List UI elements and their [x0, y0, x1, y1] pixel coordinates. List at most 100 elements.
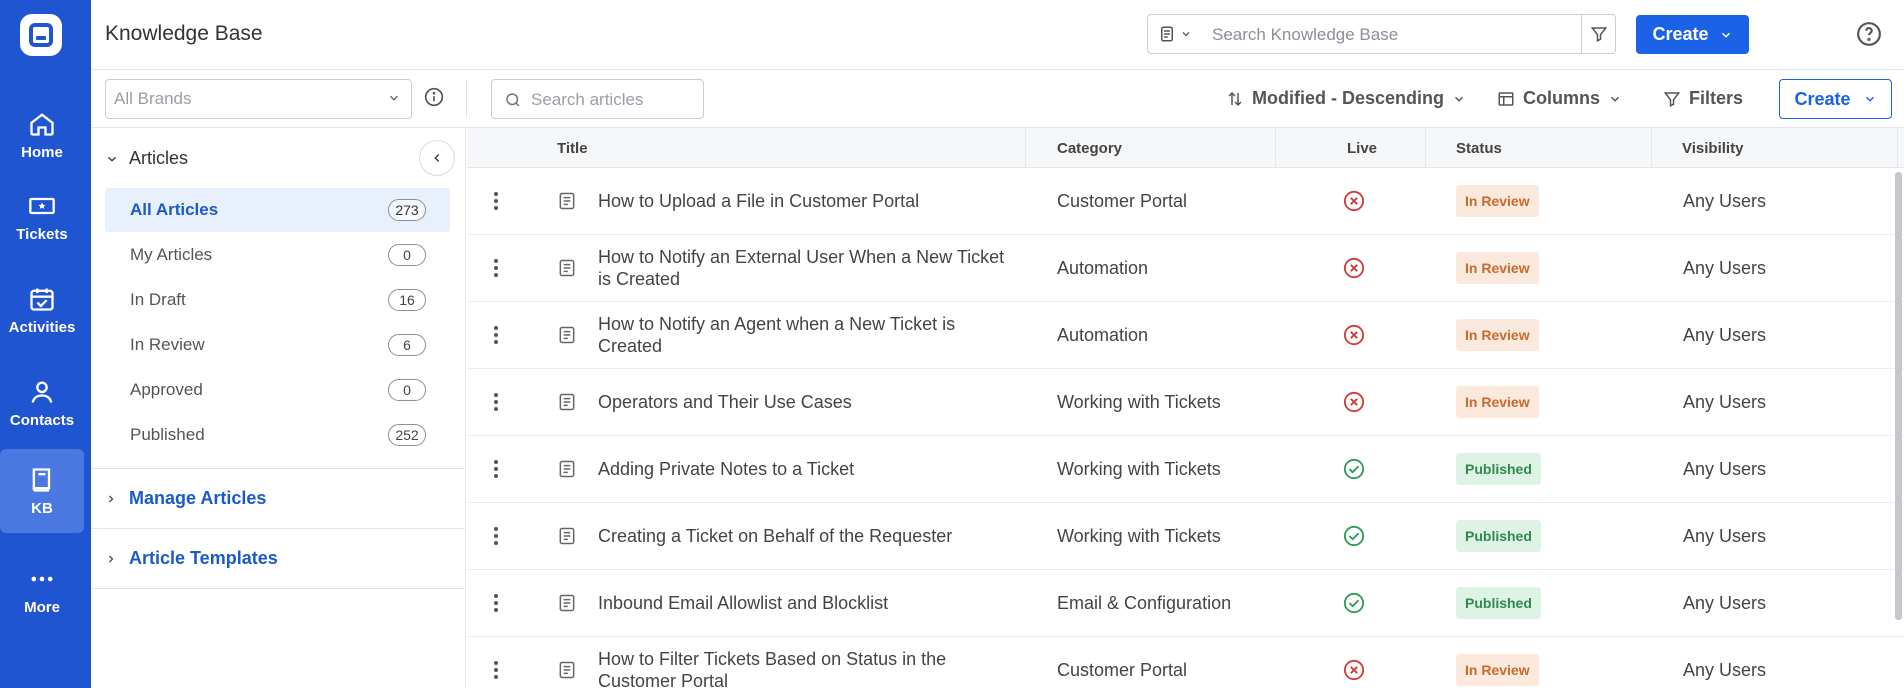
article-templates-toggle[interactable]: Article Templates — [105, 548, 278, 569]
columns-icon — [1498, 91, 1514, 106]
filters-button[interactable]: Filters — [1663, 88, 1743, 109]
column-header-status[interactable]: Status — [1456, 128, 1502, 168]
article-title-link[interactable]: How to Notify an Agent when a New Ticket… — [598, 302, 1018, 368]
kebab-menu-icon — [494, 393, 498, 411]
article-category: Working with Tickets — [1057, 458, 1221, 479]
row-actions-button[interactable] — [493, 168, 499, 234]
kb-search-input[interactable]: Search Knowledge Base — [1212, 25, 1398, 45]
create-button-header[interactable]: Create — [1636, 15, 1749, 54]
app-logo[interactable] — [20, 14, 62, 56]
live-indicator — [1343, 637, 1365, 688]
row-actions-button[interactable] — [493, 570, 499, 636]
chevron-down-icon — [1182, 32, 1190, 37]
column-header-visibility[interactable]: Visibility — [1682, 128, 1743, 168]
live-indicator — [1343, 436, 1365, 502]
table-row[interactable]: How to Filter Tickets Based on Status in… — [467, 637, 1904, 688]
document-icon — [559, 661, 575, 679]
filters-label: Filters — [1689, 88, 1744, 108]
sidebar-item-label: Approved — [130, 380, 203, 399]
table-row[interactable]: Creating a Ticket on Behalf of the Reque… — [467, 503, 1904, 570]
article-title-link[interactable]: Adding Private Notes to a Ticket — [598, 436, 1018, 502]
status-badge: In Review — [1456, 654, 1539, 686]
row-actions-button[interactable] — [493, 503, 499, 569]
article-title-link[interactable]: Creating a Ticket on Behalf of the Reque… — [598, 503, 1018, 569]
create-article-button[interactable]: Create — [1779, 79, 1892, 119]
column-header-title[interactable]: Title — [557, 128, 588, 168]
sidebar-item-published[interactable]: Published 252 — [105, 413, 450, 457]
rail-item-more[interactable]: More — [0, 548, 84, 632]
book-icon — [32, 467, 51, 492]
article-search-box[interactable]: Search articles — [491, 79, 704, 119]
rail-item-tickets[interactable]: Tickets — [0, 175, 84, 259]
calendar-check-icon — [30, 288, 54, 311]
home-icon — [30, 112, 54, 136]
table-row[interactable]: How to Notify an External User When a Ne… — [467, 235, 1904, 302]
article-icon-cell — [557, 570, 577, 636]
sidebar-item-all-articles[interactable]: All Articles 273 — [105, 188, 450, 232]
sidebar-item-in-draft[interactable]: In Draft 16 — [105, 278, 450, 322]
document-icon — [559, 594, 575, 612]
brands-select[interactable]: All Brands — [105, 79, 412, 119]
article-title-link[interactable]: Operators and Their Use Cases — [598, 369, 1018, 435]
row-actions-button[interactable] — [493, 235, 499, 301]
count-badge: 0 — [388, 244, 426, 266]
info-icon[interactable] — [424, 87, 444, 107]
column-separator — [1275, 128, 1276, 168]
sidebar-item-approved[interactable]: Approved 0 — [105, 368, 450, 412]
article-icon-cell — [557, 168, 577, 234]
article-icon-cell — [557, 235, 577, 301]
rail-item-kb[interactable]: KB — [0, 449, 84, 533]
article-title-link[interactable]: How to Upload a File in Customer Portal — [598, 168, 1018, 234]
row-actions-button[interactable] — [493, 302, 499, 368]
count-badge: 0 — [388, 379, 426, 401]
article-search-input[interactable]: Search articles — [531, 90, 643, 110]
kb-search-box[interactable]: Search Knowledge Base — [1147, 14, 1616, 54]
status-badge: Published — [1456, 587, 1541, 619]
search-filter-button[interactable] — [1581, 15, 1615, 53]
article-icon-cell — [557, 637, 577, 688]
kebab-menu-icon — [494, 527, 498, 545]
more-dots-icon — [31, 576, 53, 581]
column-header-category[interactable]: Category — [1057, 128, 1122, 168]
chevron-down-icon — [107, 156, 117, 162]
article-title-link[interactable]: How to Filter Tickets Based on Status in… — [598, 637, 1018, 688]
article-category: Working with Tickets — [1057, 525, 1221, 546]
x-circle-icon — [1343, 257, 1365, 279]
vertical-scrollbar[interactable] — [1895, 172, 1902, 620]
rail-item-activities[interactable]: Activities — [0, 268, 84, 352]
rail-item-home[interactable]: Home — [0, 93, 84, 177]
article-title: Inbound Email Allowlist and Blocklist — [598, 593, 889, 613]
row-actions-button[interactable] — [493, 436, 499, 502]
table-row[interactable]: Adding Private Notes to a Ticket Working … — [467, 436, 1904, 503]
x-circle-icon — [1343, 324, 1365, 346]
article-visibility: Any Users — [1683, 659, 1767, 680]
status-cell: Published — [1456, 570, 1541, 636]
help-button[interactable] — [1855, 20, 1883, 48]
table-row[interactable]: How to Upload a File in Customer Portal C… — [467, 168, 1904, 235]
sort-label: Modified - Descending — [1252, 88, 1445, 108]
articles-section-toggle[interactable]: Articles — [105, 148, 188, 169]
document-icon — [559, 527, 575, 545]
sidebar-item-in-review[interactable]: In Review 6 — [105, 323, 450, 367]
row-actions-button[interactable] — [493, 369, 499, 435]
collapse-sidebar-button[interactable] — [419, 140, 455, 176]
table-row[interactable]: Inbound Email Allowlist and Blocklist Ema… — [467, 570, 1904, 637]
sidebar-item-my-articles[interactable]: My Articles 0 — [105, 233, 450, 277]
rail-item-contacts[interactable]: Contacts — [0, 361, 84, 445]
table-row[interactable]: How to Notify an Agent when a New Ticket… — [467, 302, 1904, 369]
sort-dropdown[interactable]: Modified - Descending — [1226, 88, 1466, 109]
status-badge: In Review — [1456, 185, 1539, 217]
table-row[interactable]: Operators and Their Use Cases Working wit… — [467, 369, 1904, 436]
columns-dropdown[interactable]: Columns — [1497, 88, 1622, 109]
column-header-live[interactable]: Live — [1347, 128, 1377, 168]
status-cell: Published — [1456, 436, 1541, 502]
manage-articles-toggle[interactable]: Manage Articles — [105, 488, 266, 509]
rail-label-activities: Activities — [8, 318, 76, 336]
search-scope-selector[interactable] — [1158, 25, 1192, 43]
columns-label: Columns — [1523, 88, 1601, 108]
row-actions-button[interactable] — [493, 637, 499, 688]
article-title-link[interactable]: How to Notify an External User When a Ne… — [598, 235, 1018, 301]
document-icon — [559, 393, 575, 411]
article-category: Customer Portal — [1057, 659, 1188, 680]
article-title-link[interactable]: Inbound Email Allowlist and Blocklist — [598, 570, 1018, 636]
